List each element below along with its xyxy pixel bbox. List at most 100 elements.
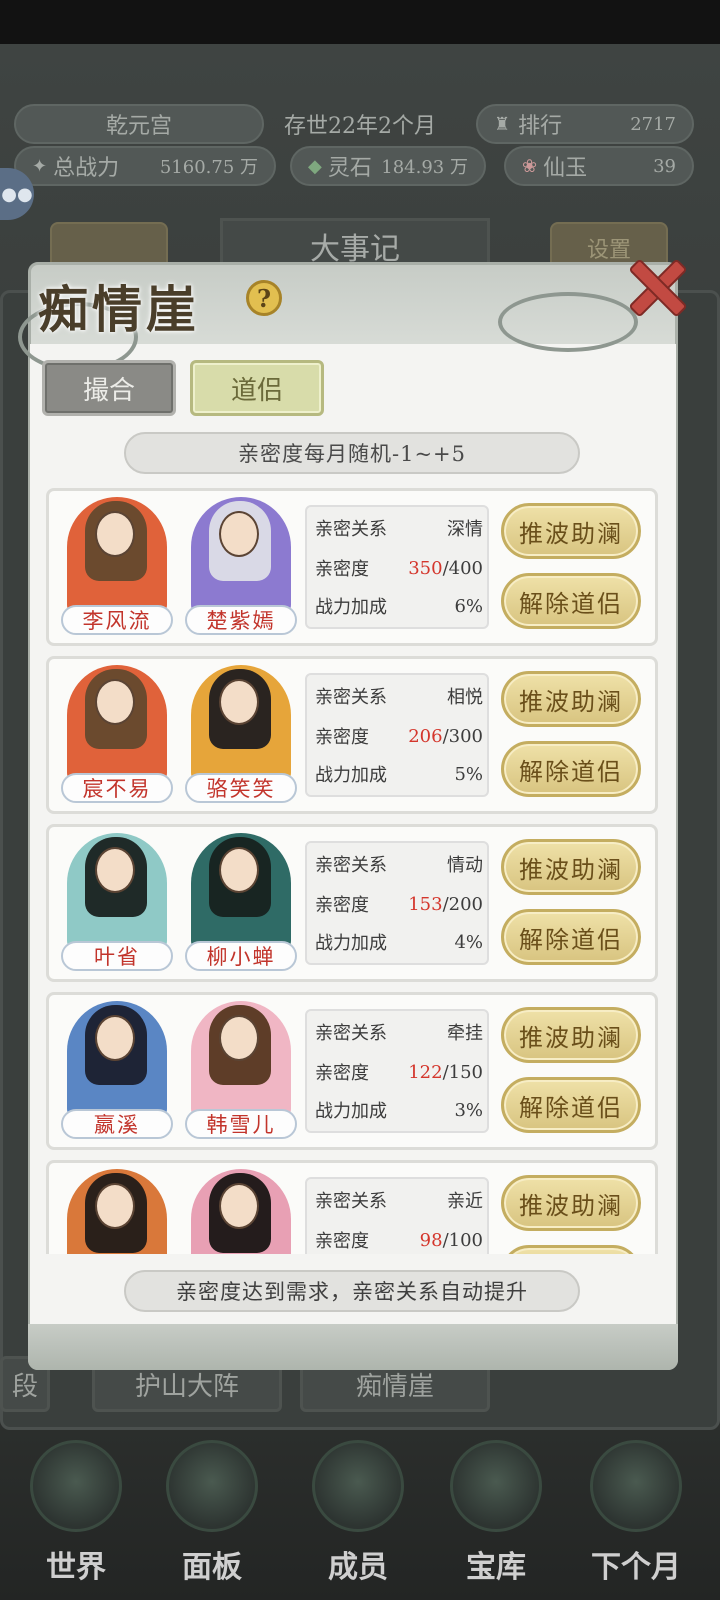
dissolve-partner-button[interactable]: 解除道侣 [501, 909, 641, 965]
character-name: 韩雪儿 [185, 1109, 297, 1139]
partner-card: 宸不易 骆笑笑 亲密关系 相悦 亲密度 206/300 战力加成 5% 推波助澜… [46, 656, 658, 814]
partner-card: 嬴溪 韩雪儿 亲密关系 牵挂 亲密度 122/150 战力加成 3% 推波助澜 … [46, 992, 658, 1150]
portrait-right: 韩雪儿 [183, 1001, 299, 1143]
character-face [95, 679, 135, 725]
status-bar [0, 0, 720, 44]
dialog-title: 痴情崖 [38, 280, 200, 339]
character-face [219, 1015, 259, 1061]
power-bonus-value: 5% [454, 763, 483, 785]
dialog-header: 痴情崖 ? [18, 262, 678, 372]
close-icon[interactable] [626, 256, 682, 312]
help-icon[interactable]: ? [246, 280, 282, 316]
nav-panel[interactable]: 面板 [152, 1440, 272, 1590]
members-icon [312, 1440, 404, 1532]
power-bonus-value: 4% [454, 931, 483, 953]
portrait-right: 柳小蝉 [183, 833, 299, 975]
partner-card: 亲密关系亲近 亲密度 98/100 推波助澜 解除道侣 [46, 1160, 658, 1254]
character-face [95, 847, 135, 893]
relation-value: 亲近 [447, 1191, 483, 1212]
intimacy-max: /150 [442, 1061, 483, 1083]
next-month-icon [590, 1440, 682, 1532]
intimacy-max: /300 [442, 725, 483, 747]
panel-icon [166, 1440, 258, 1532]
portrait-left: 宸不易 [59, 665, 175, 807]
character-name: 李风流 [61, 605, 173, 635]
cloud-decoration [498, 292, 638, 352]
jade-value: 39 [653, 155, 676, 177]
intimacy-value: 98 [419, 1229, 443, 1251]
character-face [95, 1183, 135, 1229]
stats-box: 亲密关系 相悦 亲密度 206/300 战力加成 5% [305, 673, 489, 797]
stats-box: 亲密关系 情动 亲密度 153/200 战力加成 4% [305, 841, 489, 965]
portrait-left: 嬴溪 [59, 1001, 175, 1143]
relation-value: 深情 [447, 519, 483, 540]
dissolve-partner-button[interactable]: 解除道侣 [501, 1077, 641, 1133]
relation-row: 亲密关系 牵挂 [315, 1017, 483, 1047]
boost-button[interactable]: 推波助澜 [501, 671, 641, 727]
power-label: 总战力 [53, 156, 120, 181]
character-name: 骆笑笑 [185, 773, 297, 803]
nav-world[interactable]: 世界 [16, 1440, 136, 1590]
treasury-icon [450, 1440, 542, 1532]
jade-bar: ❀ 仙玉 39 [504, 146, 694, 186]
nav-members[interactable]: 成员 [298, 1440, 418, 1590]
portrait-right: 骆笑笑 [183, 665, 299, 807]
relation-value: 牵挂 [447, 1023, 483, 1044]
portrait-left: 李风流 [59, 497, 175, 639]
intimacy-info-banner: 亲密度每月随机-1~+5 [124, 432, 580, 474]
dissolve-partner-button[interactable]: 解除道侣 [501, 573, 641, 629]
jade-icon: ❀ [522, 155, 538, 177]
character-face [219, 1183, 259, 1229]
jade-label: 仙玉 [543, 156, 588, 181]
power-bonus-row: 战力加成 6% [315, 595, 483, 619]
power-bonus-row: 战力加成 4% [315, 931, 483, 955]
character-name: 楚紫嫣 [185, 605, 297, 635]
intimacy-max: /200 [442, 893, 483, 915]
tab-partners[interactable]: 道侣 [190, 360, 324, 416]
portrait-right: 楚紫嫣 [183, 497, 299, 639]
rank-bar[interactable]: ♜ 排行 2717 [476, 104, 694, 144]
relation-row: 亲密关系 亲近 [315, 1185, 483, 1215]
intimacy-value: 206 [408, 725, 443, 747]
boost-button[interactable]: 推波助澜 [501, 1007, 641, 1063]
boost-button[interactable]: 推波助澜 [501, 503, 641, 559]
era-display: 存世22年2个月 [250, 104, 470, 144]
tab-bar: 撮合 道侣 [42, 360, 324, 416]
character-name: 嬴溪 [61, 1109, 173, 1139]
intimacy-row: 亲密度 122/150 [315, 1061, 483, 1085]
character-face [219, 511, 259, 557]
relation-value: 情动 [447, 855, 483, 876]
rank-value: 2717 [630, 113, 676, 135]
intimacy-row: 亲密度 153/200 [315, 893, 483, 917]
intimacy-max: /100 [442, 1229, 483, 1251]
portrait-left: 叶省 [59, 833, 175, 975]
tab-matchmaking[interactable]: 撮合 [42, 360, 176, 416]
portrait-left [59, 1169, 175, 1254]
dissolve-partner-button[interactable]: 解除道侣 [501, 741, 641, 797]
world-icon [30, 1440, 122, 1532]
character-face [219, 679, 259, 725]
stone-value: 184.93 万 [381, 157, 468, 178]
power-value: 5160.75 万 [159, 157, 258, 178]
nav-treasury[interactable]: 宝库 [436, 1440, 556, 1590]
intimacy-row: 亲密度 350/400 [315, 557, 483, 581]
rank-icon: ♜ [494, 113, 511, 135]
character-face [95, 511, 135, 557]
character-name: 宸不易 [61, 773, 173, 803]
intimacy-row: 亲密度 98/100 [315, 1229, 483, 1253]
power-bonus-value: 6% [454, 595, 483, 617]
sect-name: 乾元宫 [105, 114, 172, 139]
character-face [95, 1015, 135, 1061]
partner-list[interactable]: 李风流 楚紫嫣 亲密关系 深情 亲密度 350/400 战力加成 6% 推波助澜… [46, 488, 658, 1254]
boost-button[interactable]: 推波助澜 [501, 1175, 641, 1231]
power-icon: ✦ [32, 155, 48, 177]
relation-value: 相悦 [447, 687, 483, 708]
total-power-bar: ✦ 总战力 5160.75 万 [14, 146, 276, 186]
lovers-cliff-dialog: 痴情崖 ? 撮合 道侣 亲密度每月随机-1~+5 李风流 楚紫嫣 亲密关系 深情… [18, 262, 678, 1370]
dissolve-partner-button[interactable]: 解除道侣 [501, 1245, 641, 1254]
intimacy-value: 122 [408, 1061, 443, 1083]
boost-button[interactable]: 推波助澜 [501, 839, 641, 895]
character-face [219, 847, 259, 893]
nav-next-month[interactable]: 下个月 [576, 1440, 696, 1590]
intimacy-row: 亲密度 206/300 [315, 725, 483, 749]
